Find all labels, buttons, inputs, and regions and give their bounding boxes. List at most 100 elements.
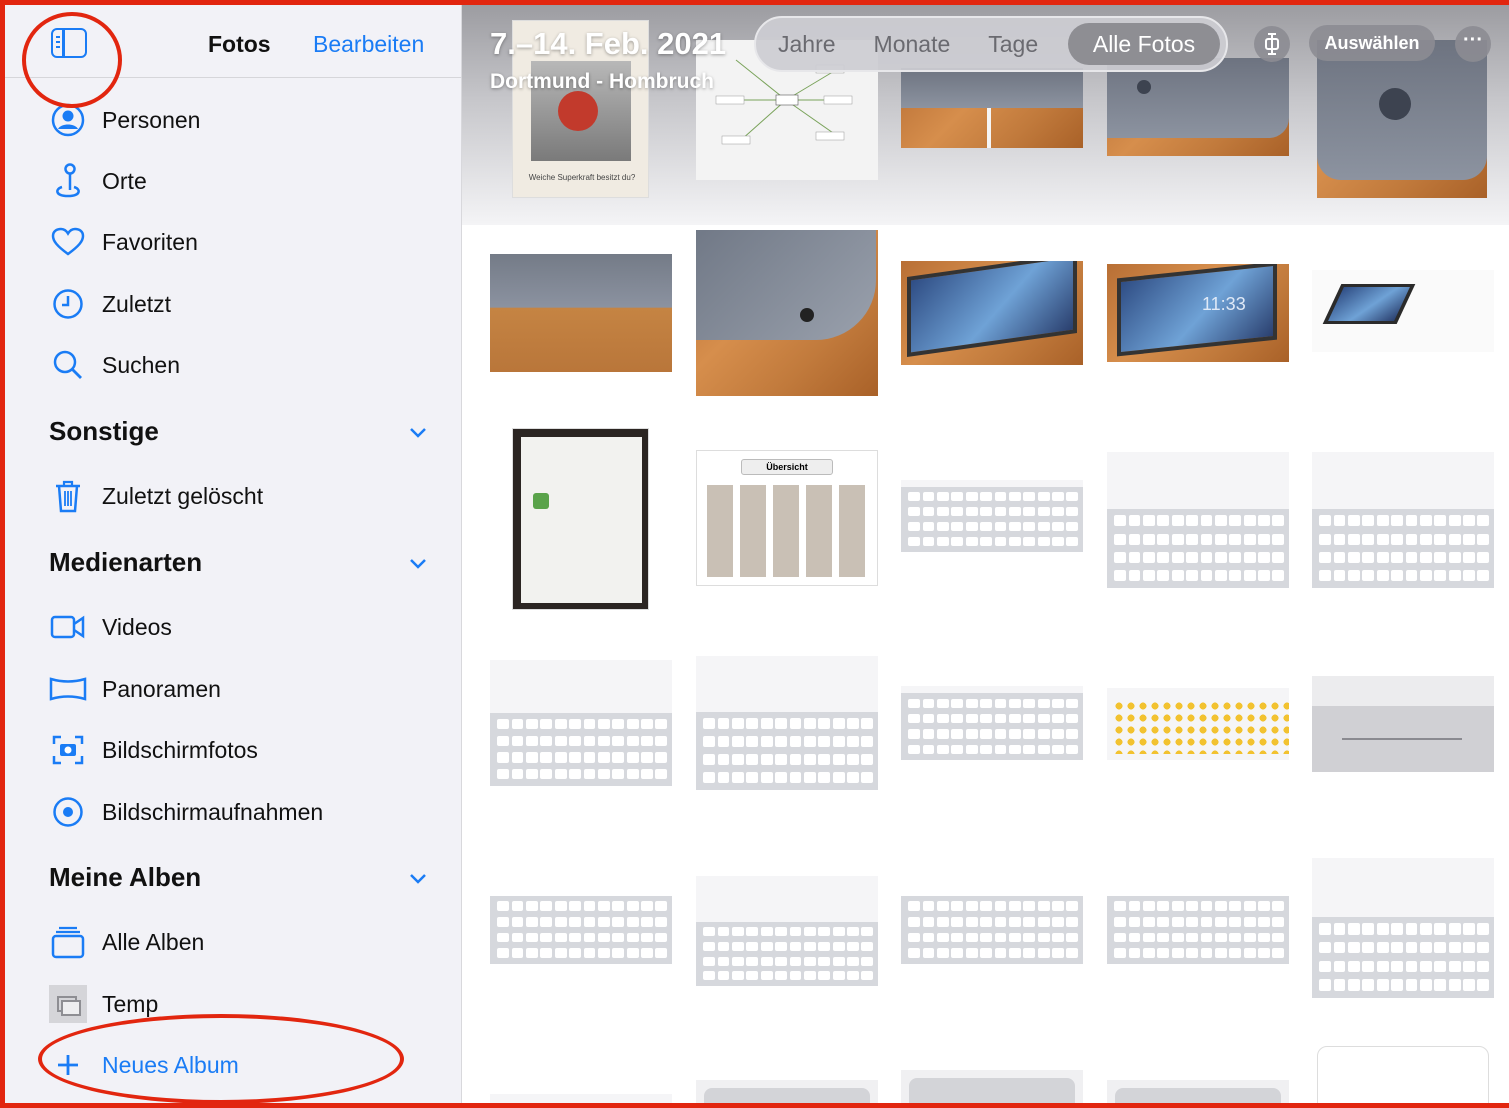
keyboard-key <box>994 507 1007 517</box>
keyboard-key <box>626 718 639 729</box>
keyboard-key <box>1066 917 1079 927</box>
photo-thumbnail[interactable] <box>1107 452 1289 588</box>
photo-thumbnail[interactable] <box>1312 452 1494 588</box>
keyboard-key <box>746 736 759 748</box>
keyboard-key <box>1243 948 1256 958</box>
sidebar-item-label: Zuletzt gelöscht <box>102 482 264 509</box>
photo-thumbnail[interactable] <box>901 686 1083 760</box>
photo-thumbnail[interactable] <box>1107 688 1289 760</box>
keyboard-key <box>789 736 802 748</box>
keyboard-key <box>626 752 639 763</box>
photo-thumbnail[interactable] <box>1107 58 1289 156</box>
segment-tage[interactable]: Tage <box>988 31 1038 58</box>
keyboard-key <box>908 522 921 532</box>
keyboard-key <box>1128 533 1141 545</box>
sidebar-item-zuletzt[interactable]: Zuletzt <box>48 282 438 326</box>
segment-alle-fotos[interactable]: Alle Fotos <box>1068 23 1220 65</box>
edit-button[interactable]: Bearbeiten <box>313 31 424 58</box>
segment-monate[interactable]: Monate <box>874 31 951 58</box>
keyboard-key <box>641 769 653 780</box>
keyboard-key <box>1143 569 1155 581</box>
photo-thumbnail[interactable] <box>490 254 672 372</box>
keyboard-key <box>1157 932 1170 943</box>
section-meine-alben[interactable]: Meine Alben <box>49 862 201 893</box>
photo-thumbnail[interactable] <box>901 896 1083 964</box>
keyboard-key <box>1477 569 1490 581</box>
photo-thumbnail[interactable] <box>1317 40 1487 198</box>
keyboard-key <box>847 718 859 730</box>
sidebar-item-label: Orte <box>102 167 147 194</box>
sidebar-item-orte[interactable]: Orte <box>48 159 438 203</box>
sidebar-item-alle-alben[interactable]: Alle Alben <box>48 920 438 964</box>
photo-thumbnail[interactable] <box>901 261 1083 365</box>
keyboard-key <box>760 736 773 748</box>
keyboard-key <box>1128 551 1141 563</box>
photo-thumbnail[interactable] <box>512 428 649 610</box>
photo-thumbnail[interactable] <box>1312 676 1494 772</box>
keyboard-key <box>497 917 510 927</box>
keyboard-key <box>1243 932 1256 943</box>
photo-thumbnail[interactable] <box>490 1094 672 1108</box>
segment-jahre[interactable]: Jahre <box>778 31 836 58</box>
photo-thumbnail[interactable] <box>696 230 878 396</box>
photo-thumbnail[interactable]: 11:33 <box>1107 264 1289 362</box>
keyboard-key <box>1037 714 1050 724</box>
photo-thumbnail[interactable] <box>490 896 672 964</box>
more-button[interactable]: ··· <box>1455 26 1491 62</box>
date-range-title: 7.–14. Feb. 2021 <box>490 26 727 61</box>
sidebar-item-bildschirmfotos[interactable]: Bildschirmfotos <box>48 728 438 772</box>
keyboard-key <box>540 718 553 729</box>
photo-thumbnail[interactable] <box>1107 1080 1289 1108</box>
keyboard-key <box>937 698 949 709</box>
keyboard-key <box>980 714 992 724</box>
keyboard-key <box>1243 569 1256 581</box>
photo-thumbnail[interactable] <box>1107 896 1289 964</box>
keyboard-key <box>1243 533 1256 545</box>
keyboard-key <box>1052 698 1064 709</box>
section-sonstige[interactable]: Sonstige <box>49 416 159 447</box>
sidebar-item-bildschirmaufnahmen[interactable]: Bildschirmaufnahmen <box>48 790 438 834</box>
photo-thumbnail[interactable] <box>490 660 672 786</box>
sidebar-item-suchen[interactable]: Suchen <box>48 343 438 387</box>
keyboard-key <box>1391 923 1403 935</box>
chevron-down-icon[interactable] <box>407 867 429 889</box>
keyboard-key <box>526 901 538 911</box>
photo-thumbnail[interactable] <box>1312 858 1494 998</box>
sidebar-item-panoramen[interactable]: Panoramen <box>48 667 438 711</box>
keyboard-key <box>626 917 639 927</box>
chevron-down-icon[interactable] <box>407 552 429 574</box>
sidebar-item-videos[interactable]: Videos <box>48 605 438 649</box>
keyboard-key <box>717 927 730 937</box>
keyboard-key <box>1333 979 1346 991</box>
photo-thumbnail[interactable] <box>901 1070 1083 1108</box>
keyboard-key <box>1008 537 1021 547</box>
sidebar-item-favoriten[interactable]: Favoriten <box>48 220 438 264</box>
keyboard-key <box>937 507 949 517</box>
photo-thumbnail[interactable] <box>901 480 1083 552</box>
chevron-down-icon[interactable] <box>407 421 429 443</box>
keyboard-key <box>1157 948 1170 958</box>
keyboard-key <box>1419 941 1432 954</box>
thumbnail-overview-title: Übersicht <box>741 459 833 475</box>
photo-thumbnail[interactable] <box>901 68 1083 148</box>
keyboard-key <box>803 927 816 937</box>
keyboard-key <box>554 769 567 780</box>
filter-button[interactable] <box>1254 26 1290 62</box>
keyboard-key <box>980 507 992 517</box>
sidebar-item-zuletzt-geloescht[interactable]: Zuletzt gelöscht <box>48 474 438 518</box>
keyboard-key <box>569 752 581 763</box>
photo-thumbnail[interactable] <box>1317 1046 1489 1108</box>
photo-thumbnail[interactable] <box>696 656 878 790</box>
section-medienarten[interactable]: Medienarten <box>49 547 202 578</box>
keyboard-key <box>965 932 978 943</box>
select-button[interactable]: Auswählen <box>1309 25 1435 61</box>
photo-thumbnail[interactable]: Übersicht <box>696 450 878 586</box>
keyboard-key <box>1214 917 1227 927</box>
keyboard-key <box>583 901 596 911</box>
photo-thumbnail[interactable] <box>1312 270 1494 352</box>
keyboard-key <box>1052 492 1064 502</box>
sidebar-item-personen[interactable]: Personen <box>48 98 438 142</box>
keyboard-key <box>655 901 668 911</box>
photo-thumbnail[interactable] <box>696 876 878 986</box>
photo-thumbnail[interactable] <box>696 1080 878 1108</box>
